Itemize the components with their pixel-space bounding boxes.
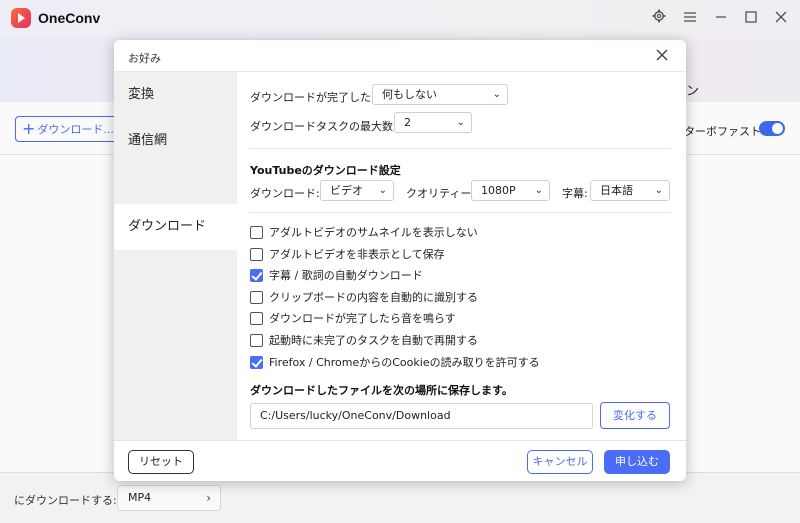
chevron-down-icon: ⌄ (456, 117, 465, 128)
subtitle-label: 字幕: (562, 187, 588, 200)
max-tasks-select[interactable]: 2 ⌄ (394, 112, 472, 133)
cancel-button[interactable]: キャンセル (527, 450, 593, 474)
section-divider (249, 212, 671, 213)
checkbox-checked[interactable] (250, 268, 263, 282)
sidebar-item-network[interactable]: 通信網 (114, 118, 237, 164)
chevron-down-icon: ⌄ (654, 185, 663, 196)
section-divider (249, 148, 671, 149)
checkbox-sound-on-complete[interactable]: ダウンロードが完了したら音を鳴らす (250, 310, 456, 326)
after-download-value: 何もしない (382, 88, 437, 101)
preferences-sidebar: 変換 通信網 ダウンロード (114, 72, 237, 440)
dialog-footer: リセット キャンセル 申し込む (114, 440, 686, 481)
download-settings-panel: ダウンロードが完了したら 何もしない ⌄ ダウンロードタスクの最大数: 2 ⌄ … (237, 72, 686, 440)
save-location-title: ダウンロードしたファイルを次の場所に保存します。 (250, 384, 513, 397)
max-tasks-value: 2 (404, 116, 411, 129)
max-tasks-label: ダウンロードタスクの最大数: (250, 120, 397, 133)
youtube-download-value: ビデオ (330, 184, 363, 197)
checkbox[interactable] (250, 311, 263, 325)
after-download-select[interactable]: 何もしない ⌄ (372, 84, 508, 105)
checkbox-auto-download-subtitles[interactable]: 字幕 / 歌詞の自動ダウンロード (250, 267, 423, 283)
sidebar-item-download[interactable]: ダウンロード (114, 204, 237, 250)
change-folder-button[interactable]: 変化する (600, 402, 670, 429)
apply-button[interactable]: 申し込む (604, 450, 670, 474)
youtube-section-title: YouTubeのダウンロード設定 (250, 164, 401, 177)
save-path-input[interactable]: C:/Users/lucky/OneConv/Download (250, 403, 593, 429)
after-download-label: ダウンロードが完了したら (250, 91, 382, 104)
checkbox[interactable] (250, 333, 263, 347)
checkbox[interactable] (250, 247, 263, 261)
checkbox-resume-on-startup[interactable]: 起動時に未完了のタスクを自動で再開する (250, 332, 478, 348)
subtitle-select[interactable]: 日本語 ⌄ (590, 180, 670, 201)
checkbox[interactable] (250, 225, 263, 239)
quality-label: クオリティー: (406, 187, 476, 200)
checkbox-hide-adult-thumbnails[interactable]: アダルトビデオのサムネイルを表示しない (250, 224, 478, 240)
subtitle-value: 日本語 (600, 184, 633, 197)
quality-select[interactable]: 1080P ⌄ (471, 180, 550, 201)
quality-value: 1080P (481, 184, 516, 197)
checkbox-save-adult-hidden[interactable]: アダルトビデオを非表示として保存 (250, 246, 445, 262)
chevron-down-icon: ⌄ (378, 185, 387, 196)
checkbox-checked[interactable] (250, 355, 263, 369)
preferences-dialog: お好み 変換 通信網 ダウンロード ダウンロードが完了したら 何もしない ⌄ ダ… (114, 40, 686, 481)
reset-button[interactable]: リセット (128, 450, 194, 474)
dialog-header: お好み (114, 40, 686, 72)
checkbox-allow-browser-cookies[interactable]: Firefox / ChromeからのCookieの読み取りを許可する (250, 354, 540, 370)
sidebar-item-convert[interactable]: 変換 (114, 72, 237, 118)
close-icon[interactable] (652, 46, 672, 66)
chevron-down-icon: ⌄ (534, 185, 543, 196)
youtube-download-label: ダウンロード: (250, 187, 320, 200)
checkbox-detect-clipboard[interactable]: クリップボードの内容を自動的に識別する (250, 289, 478, 305)
chevron-down-icon: ⌄ (492, 89, 501, 100)
checkbox[interactable] (250, 290, 263, 304)
dialog-title: お好み (128, 52, 161, 65)
youtube-download-select[interactable]: ビデオ ⌄ (320, 180, 394, 201)
